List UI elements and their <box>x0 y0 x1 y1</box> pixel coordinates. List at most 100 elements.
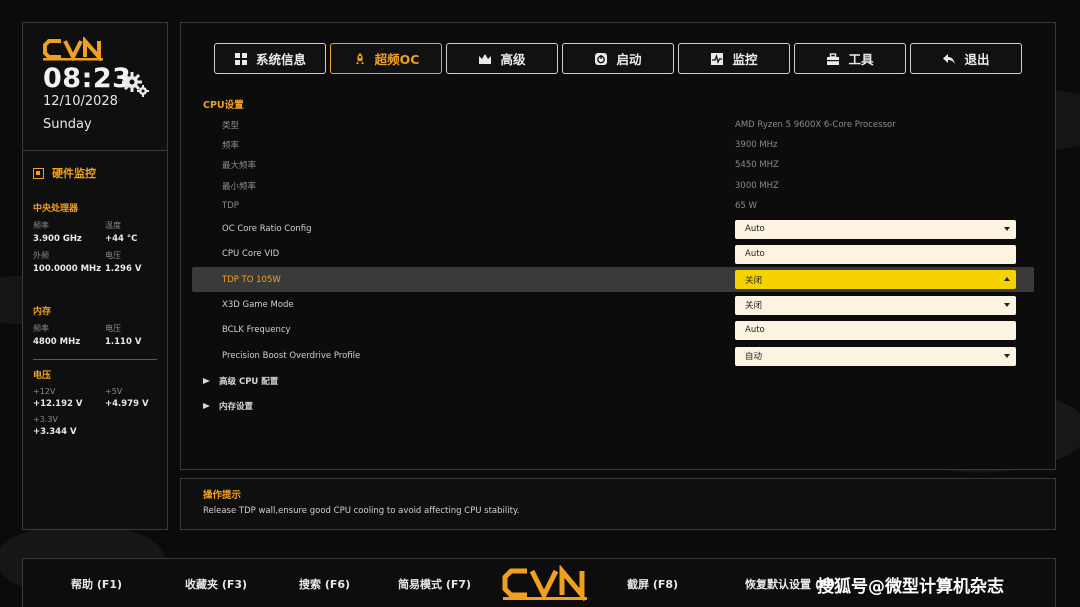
option-row-x3d-game-mode[interactable]: X3D Game Mode 关闭 <box>192 294 1034 316</box>
monitor-divider <box>33 359 157 360</box>
cpu-freq-label: 频率 <box>33 221 49 230</box>
watermark-text: 搜狐号@微型计算机杂志 <box>817 577 1004 597</box>
tab-label: 退出 <box>964 52 990 67</box>
screenshot-button[interactable]: 截屏 (F8) <box>627 576 678 592</box>
caret-down-icon <box>1004 353 1010 358</box>
info-value: 3000 MHZ <box>735 181 779 191</box>
tab-label: 超频OC <box>374 52 420 67</box>
tab-advanced[interactable]: 高级 <box>446 43 558 74</box>
help-button[interactable]: 帮助 (F1) <box>71 576 122 592</box>
cpu-bclk-label: 外频 <box>33 251 49 260</box>
info-row-type: 类型 AMD Ryzen 5 9600X 6-Core Processor <box>192 114 1034 136</box>
hardware-monitor: 硬件监控 中央处理器 频率 3.900 GHz 温度 +44 °C 外频 100.00… <box>23 151 167 437</box>
toolbox-icon <box>827 52 840 65</box>
chevron-right-icon <box>203 402 211 410</box>
cpu-volt-label: 电压 <box>105 251 121 260</box>
crown-icon <box>479 53 492 64</box>
cpu-stats: 频率 3.900 GHz 温度 +44 °C 外频 100.0000 MHz 电压 1.… <box>33 220 157 274</box>
tab-monitor[interactable]: 监控 <box>678 43 790 74</box>
v12-label: +12V <box>33 387 56 396</box>
option-row-pbo-profile[interactable]: Precision Boost Overdrive Profile 自动 <box>192 345 1034 367</box>
clock-weekday: Sunday <box>43 117 92 132</box>
dropdown-value: 关闭 <box>745 275 763 286</box>
option-label: X3D Game Mode <box>222 300 294 310</box>
option-row-bclk-frequency[interactable]: BCLK Frequency Auto <box>192 319 1034 341</box>
option-row-tdp-to-105w[interactable]: TDP TO 105W 关闭 <box>192 267 1034 292</box>
tdp-to-105w-dropdown[interactable]: 关闭 <box>735 270 1016 289</box>
v5-value: +4.979 V <box>105 399 149 409</box>
caret-up-icon <box>1004 277 1010 281</box>
info-row-tdp: TDP 65 W <box>192 195 1034 217</box>
gear-icon[interactable] <box>120 69 150 99</box>
rocket-icon <box>355 52 364 64</box>
v33-value: +3.344 V <box>33 427 77 437</box>
tab-label: 启动 <box>616 52 642 67</box>
cpu-settings-title: CPU设置 <box>203 100 244 111</box>
tab-label: 系统信息 <box>255 52 306 67</box>
cpu-temp-value: +44 °C <box>105 234 138 244</box>
chip-icon <box>33 167 44 179</box>
option-row-oc-core-ratio[interactable]: OC Core Ratio Config Auto <box>192 218 1034 240</box>
pulse-icon <box>711 52 724 65</box>
memory-group-title: 内存 <box>33 307 52 317</box>
cpu-volt-value: 1.296 V <box>105 264 142 274</box>
easy-mode-button[interactable]: 简易模式 (F7) <box>398 576 471 592</box>
cvn-logo <box>43 37 103 61</box>
info-row-frequency: 频率 3900 MHz <box>192 134 1034 156</box>
brand-clock-box: 08:23 12/10/2028 Sunday <box>23 23 167 151</box>
tab-exit[interactable]: 退出 <box>910 43 1022 74</box>
submenu-label: 内存设置 <box>219 402 254 412</box>
hint-title: 操作提示 <box>203 490 242 501</box>
pbo-profile-dropdown[interactable]: 自动 <box>735 346 1016 366</box>
option-label: BCLK Frequency <box>222 325 291 335</box>
back-arrow-icon <box>943 53 956 64</box>
voltage-stats: +12V +12.192 V +5V +4.979 V +3.3V +3.344 V <box>33 387 157 437</box>
v5-label: +5V <box>105 387 123 396</box>
info-label: 频率 <box>222 141 240 151</box>
mem-freq-label: 频率 <box>33 324 49 333</box>
hardware-monitor-title: 硬件监控 <box>33 165 157 181</box>
submenu-memory-settings[interactable]: 内存设置 <box>203 400 253 412</box>
tab-label: 监控 <box>732 52 758 67</box>
option-label: CPU Core VID <box>222 249 280 259</box>
voltage-group-title: 电压 <box>33 371 52 381</box>
v33-label: +3.3V <box>33 415 58 424</box>
dropdown-value: Auto <box>745 224 765 234</box>
left-panel: 08:23 12/10/2028 Sunday 硬件监控 中央处理器 频率 3.… <box>22 22 168 530</box>
info-value: 65 W <box>735 201 757 211</box>
info-value: 5450 MHZ <box>735 160 779 170</box>
cpu-group-title: 中央处理器 <box>33 204 79 214</box>
info-value: AMD Ryzen 5 9600X 6-Core Processor <box>735 120 896 130</box>
hint-text: Release TDP wall,ensure good CPU cooling… <box>203 506 520 516</box>
info-row-max-frequency: 最大频率 5450 MHZ <box>192 154 1034 176</box>
cpu-temp-label: 温度 <box>105 221 121 230</box>
info-label: 类型 <box>222 121 240 131</box>
tab-boot[interactable]: 启动 <box>562 43 674 74</box>
power-icon <box>595 52 608 65</box>
tab-system-info[interactable]: 系统信息 <box>214 43 326 74</box>
hint-panel: 操作提示 Release TDP wall,ensure good CPU co… <box>180 478 1056 530</box>
v12-value: +12.192 V <box>33 399 83 409</box>
x3d-game-mode-dropdown[interactable]: 关闭 <box>735 295 1016 315</box>
submenu-advanced-cpu[interactable]: 高级 CPU 配置 <box>203 375 278 387</box>
info-value: 3900 MHz <box>735 140 778 150</box>
cpu-bclk-value: 100.0000 MHz <box>33 264 102 274</box>
cpu-core-vid-input[interactable]: Auto <box>735 244 1016 264</box>
option-label: TDP TO 105W <box>222 274 281 285</box>
main-panel: 系统信息 超频OC 高级 启动 监控 工具 退出 CPU设置 类型 AMD Ry… <box>180 22 1056 470</box>
bclk-frequency-input[interactable]: Auto <box>735 320 1016 340</box>
dropdown-value: 关闭 <box>745 301 763 311</box>
tab-tools[interactable]: 工具 <box>794 43 906 74</box>
option-label: Precision Boost Overdrive Profile <box>222 351 361 361</box>
option-row-cpu-core-vid[interactable]: CPU Core VID Auto <box>192 243 1034 265</box>
tab-overclock[interactable]: 超频OC <box>330 43 442 74</box>
tab-label: 工具 <box>848 52 874 67</box>
favorites-button[interactable]: 收藏夹 (F3) <box>185 576 247 592</box>
search-button[interactable]: 搜索 (F6) <box>299 576 350 592</box>
input-value: Auto <box>745 325 765 335</box>
submenu-label: 高级 CPU 配置 <box>219 377 279 387</box>
option-label: OC Core Ratio Config <box>222 224 312 234</box>
info-row-min-frequency: 最小频率 3000 MHZ <box>192 175 1034 197</box>
info-label: 最小频率 <box>222 182 257 192</box>
oc-core-ratio-dropdown[interactable]: Auto <box>735 219 1016 239</box>
